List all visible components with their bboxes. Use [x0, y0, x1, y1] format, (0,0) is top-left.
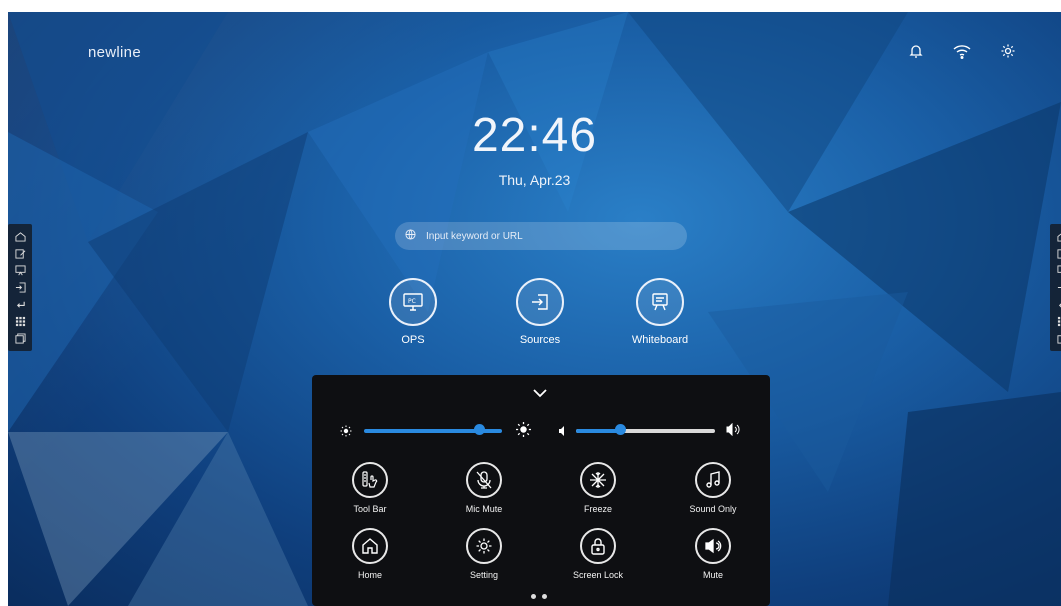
page-indicator [531, 594, 547, 599]
whiteboard-icon [636, 278, 684, 326]
volume-slider-thumb[interactable] [615, 424, 627, 435]
app-ops[interactable]: PC OPS [368, 278, 458, 346]
svg-text:PC: PC [408, 298, 416, 305]
home-icon[interactable] [1050, 228, 1061, 245]
input-source-icon [516, 278, 564, 326]
back-icon[interactable] [1050, 296, 1061, 313]
qs-toolbar-label: Tool Bar [353, 504, 387, 514]
qs-setting-label: Setting [469, 570, 499, 580]
volume-slider-fill [576, 429, 621, 433]
clock-time: 22:46 [471, 109, 598, 162]
volume-low-icon [558, 424, 568, 442]
search-input[interactable] [424, 229, 668, 243]
qs-setting-button[interactable]: Setting [444, 528, 524, 580]
toolbar-icon [352, 462, 388, 498]
whiteboard-icon[interactable] [8, 262, 32, 279]
app-whiteboard-label: Whiteboard [631, 334, 689, 346]
music-note-icon [695, 462, 731, 498]
volume-high-icon [726, 422, 742, 441]
window-icon[interactable] [8, 330, 32, 347]
app-whiteboard[interactable]: Whiteboard [615, 278, 705, 346]
qs-mute-label: Mute [702, 570, 723, 580]
speaker-icon [695, 528, 731, 564]
home-icon [352, 528, 388, 564]
input-source-icon[interactable] [8, 279, 32, 296]
globe-icon [405, 227, 416, 245]
home-icon[interactable] [8, 228, 32, 245]
apps-grid-icon[interactable] [8, 313, 32, 330]
qs-screen-lock-button[interactable]: Screen Lock [558, 528, 638, 580]
brightness-slider-thumb[interactable] [473, 424, 485, 435]
whiteboard-icon[interactable] [1050, 262, 1061, 279]
settings-gear-icon [466, 528, 502, 564]
qs-sound-only-button[interactable]: Sound Only [673, 462, 753, 514]
right-side-toolbar [1050, 224, 1061, 351]
qs-freeze-label: Freeze [583, 504, 612, 514]
qs-freeze-button[interactable]: Freeze [558, 462, 638, 514]
snowflake-icon [580, 462, 616, 498]
page-dot-active[interactable] [531, 594, 536, 599]
bell-icon[interactable] [905, 40, 927, 62]
top-status-icons [905, 40, 1019, 62]
pc-icon: PC [389, 278, 437, 326]
brightness-low-icon [340, 424, 352, 442]
qs-sound-only-label: Sound Only [689, 504, 737, 514]
qs-mic-mute-label: Mic Mute [465, 504, 503, 514]
brightness-high-icon [516, 422, 531, 442]
back-icon[interactable] [8, 296, 32, 313]
qs-toolbar-button[interactable]: Tool Bar [330, 462, 410, 514]
qs-mic-mute-button[interactable]: Mic Mute [444, 462, 524, 514]
left-side-toolbar [8, 224, 32, 351]
apps-grid-icon[interactable] [1050, 313, 1061, 330]
quick-settings-panel: Tool Bar Mic Mute Freeze Sound Only Home… [312, 375, 770, 606]
page-dot[interactable] [542, 594, 547, 599]
app-ops-label: OPS [401, 334, 425, 346]
clock-date: Thu, Apr.23 [498, 172, 571, 188]
edit-icon[interactable] [1050, 245, 1061, 262]
app-sources[interactable]: Sources [495, 278, 585, 346]
settings-gear-icon[interactable] [997, 40, 1019, 62]
qs-mute-button[interactable]: Mute [673, 528, 753, 580]
chevron-down-icon[interactable] [532, 385, 548, 403]
input-source-icon[interactable] [1050, 279, 1061, 296]
qs-home-label: Home [357, 570, 382, 580]
lock-icon [580, 528, 616, 564]
search-bar[interactable] [395, 222, 687, 250]
qs-home-button[interactable]: Home [330, 528, 410, 580]
mic-mute-icon [466, 462, 502, 498]
window-icon[interactable] [1050, 330, 1061, 347]
desktop-screen: newline 22:46 Thu, Apr.23 PC OPS Sources [8, 12, 1061, 606]
edit-icon[interactable] [8, 245, 32, 262]
wifi-icon[interactable] [951, 40, 973, 62]
qs-screen-lock-label: Screen Lock [572, 570, 624, 580]
brand-logo: newline [88, 44, 141, 61]
app-sources-label: Sources [519, 334, 561, 346]
